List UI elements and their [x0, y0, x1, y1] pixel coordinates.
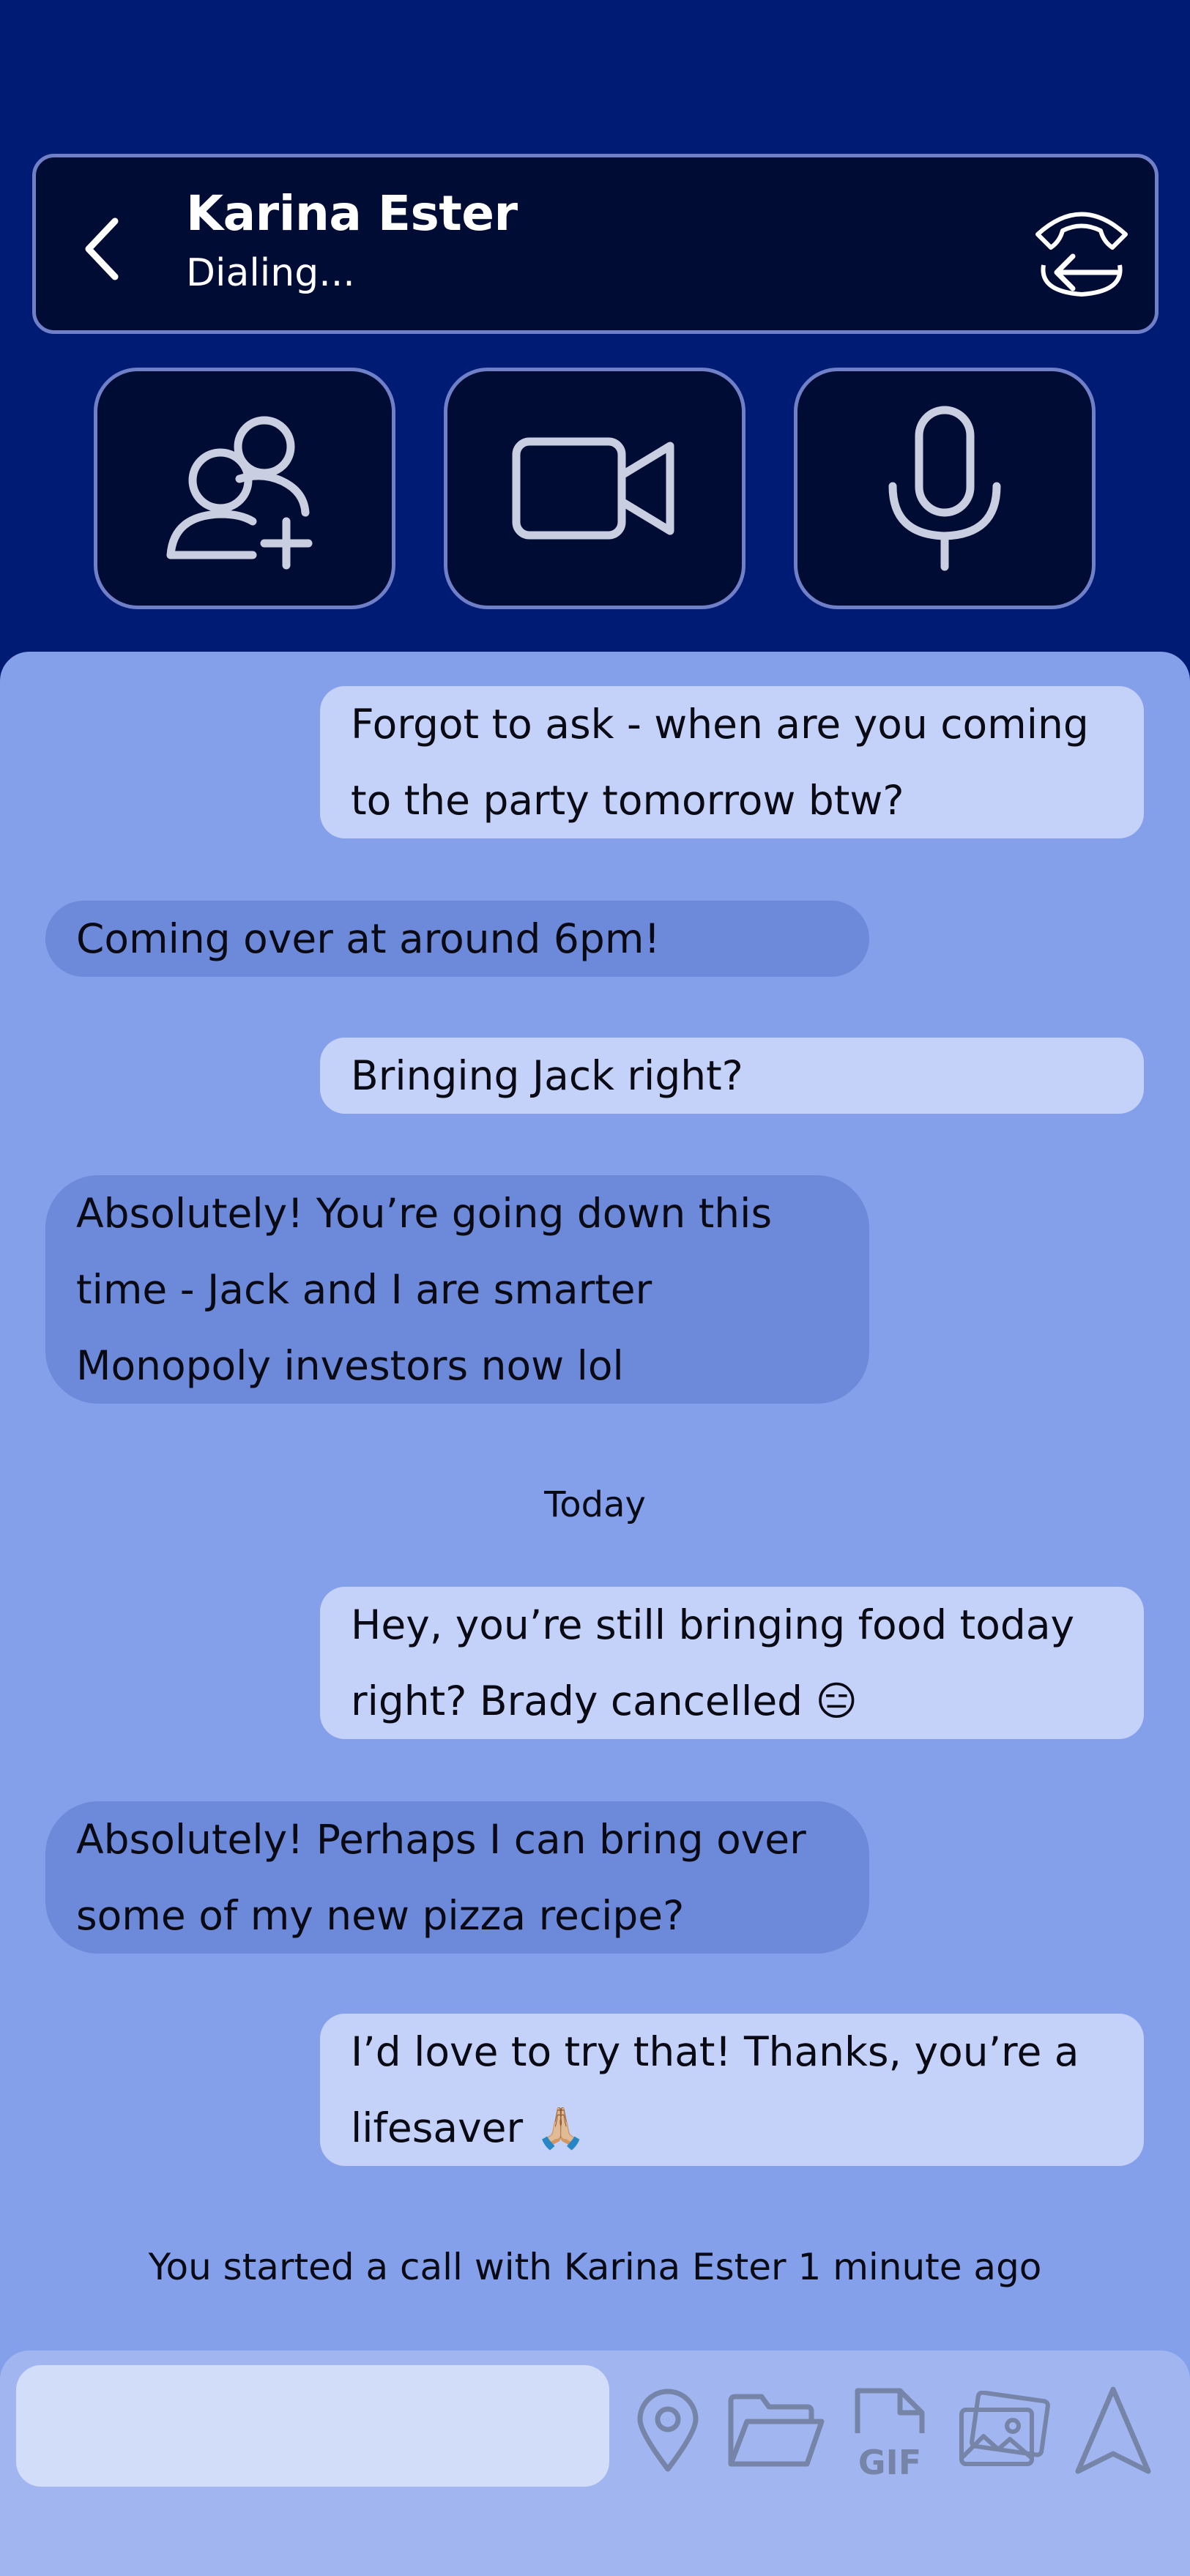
video-camera-icon	[512, 437, 674, 540]
message-line: Absolutely! Perhaps I can bring over	[76, 1816, 806, 1863]
video-call-button[interactable]	[444, 368, 745, 609]
sent-message[interactable]: Hey, you’re still bringing food today rig…	[320, 1587, 1144, 1739]
location-icon	[637, 2389, 699, 2472]
date-divider: Today	[544, 1484, 646, 1525]
composer: GIF	[0, 2350, 1190, 2576]
received-message[interactable]: Absolutely! Perhaps I can bring over some…	[45, 1801, 869, 1954]
contact-name: Karina Ester	[186, 185, 518, 242]
microphone-icon	[888, 406, 1001, 571]
message-line: Absolutely! You’re going down this	[76, 1190, 773, 1237]
folder-icon	[728, 2394, 825, 2467]
received-message[interactable]: Absolutely! You’re going down this time -…	[45, 1175, 869, 1404]
send-icon	[1075, 2386, 1151, 2474]
call-status: Dialing...	[186, 251, 355, 295]
message-line: to the party tomorrow btw?	[351, 777, 904, 824]
message-line: Monopoly investors now lol	[76, 1342, 624, 1389]
received-message[interactable]: Coming over at around 6pm!	[45, 901, 869, 977]
phone-hangup-icon	[1035, 212, 1128, 297]
message-input[interactable]	[16, 2365, 609, 2487]
call-notice: You started a call with Karina Ester 1 m…	[148, 2246, 1042, 2288]
back-button[interactable]	[72, 209, 131, 289]
message-line: some of my new pizza recipe?	[76, 1892, 685, 1939]
message-line: Bringing Jack right?	[351, 1052, 743, 1099]
sent-message[interactable]: Forgot to ask - when are you coming to th…	[320, 686, 1144, 838]
chat-area: Forgot to ask - when are you coming to th…	[0, 652, 1190, 2431]
files-button[interactable]	[725, 2380, 828, 2482]
gif-icon: GIF	[855, 2388, 925, 2479]
gallery-button[interactable]	[952, 2380, 1055, 2482]
message-line: Coming over at around 6pm!	[76, 915, 661, 962]
svg-text:GIF: GIF	[858, 2443, 921, 2479]
message-line: I’d love to try that! Thanks, you’re a	[351, 2028, 1079, 2075]
microphone-button[interactable]	[794, 368, 1096, 609]
message-line: Forgot to ask - when are you coming	[351, 701, 1089, 748]
hang-up-button[interactable]	[1030, 198, 1133, 300]
message-line: time - Jack and I are smarter	[76, 1266, 652, 1313]
gif-button[interactable]: GIF	[839, 2380, 942, 2482]
message-line: lifesaver 🙏🏼	[351, 2104, 587, 2151]
sent-message[interactable]: I’d love to try that! Thanks, you’re a li…	[320, 2014, 1144, 2166]
add-user-icon	[166, 416, 313, 570]
chevron-left-icon	[85, 217, 119, 280]
call-header: Karina Ester Dialing...	[32, 154, 1159, 334]
message-line: right? Brady cancelled 😑	[351, 1678, 858, 1724]
add-participant-button[interactable]	[94, 368, 395, 609]
sent-message[interactable]: Bringing Jack right?	[320, 1038, 1144, 1114]
message-line: Hey, you’re still bringing food today	[351, 1601, 1075, 1648]
location-button[interactable]	[617, 2380, 719, 2482]
images-icon	[959, 2391, 1050, 2466]
send-button[interactable]	[1062, 2380, 1164, 2482]
